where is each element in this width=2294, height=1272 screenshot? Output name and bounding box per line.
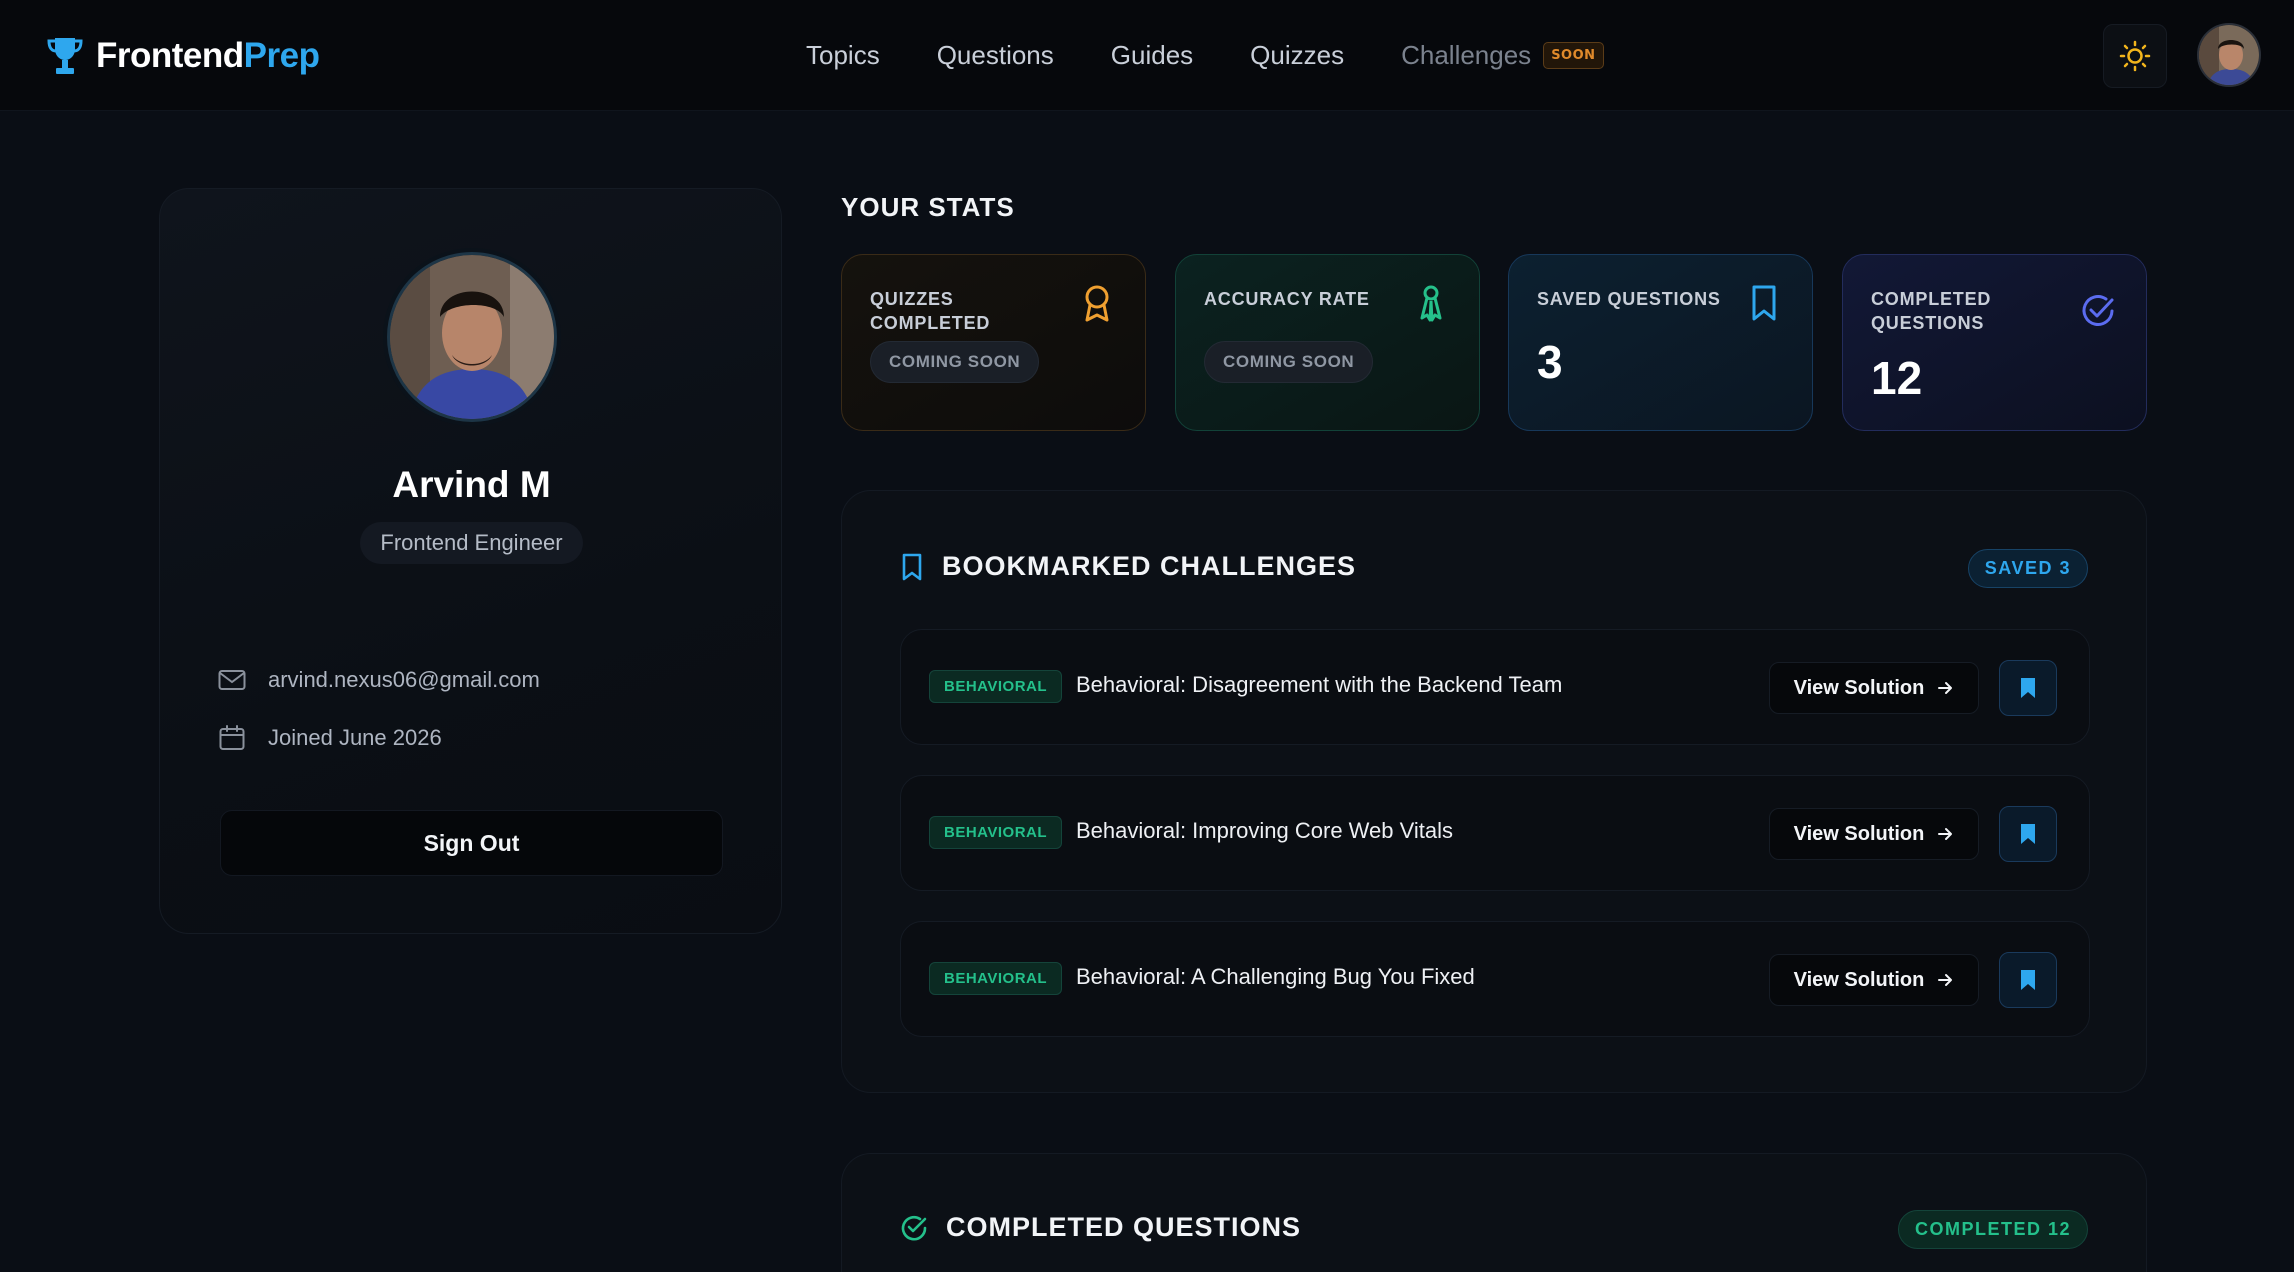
bookmark-filled-icon [2021,970,2035,990]
stat-accuracy-rate: ACCURACY RATE COMING SOON [1175,254,1480,431]
bookmarked-challenges-panel: BOOKMARKED CHALLENGES SAVED 3 BEHAVIORAL… [841,490,2147,1093]
bookmark-icon [1752,285,1776,321]
stat-label: SAVED QUESTIONS [1537,289,1721,309]
trophy-icon [47,38,83,74]
category-tag: BEHAVIORAL [929,816,1063,849]
stat-quizzes-completed: QUIZZES COMPLETED COMING SOON [841,254,1146,431]
view-solution-label: View Solution [1793,822,1925,845]
stat-value: 3 [1537,336,1563,388]
view-solution-label: View Solution [1793,676,1925,699]
stat-label: ACCURACY RATE [1204,289,1370,309]
brand-name: FrontendPrep [96,36,320,75]
brand-logo[interactable]: FrontendPrep [46,30,320,82]
nav-topics[interactable]: Topics [806,40,880,71]
challenge-title[interactable]: Behavioral: Improving Core Web Vitals [1076,818,1453,844]
profile-card: Arvind M Frontend Engineer arvind.nexus0… [159,188,782,934]
stat-saved-questions: SAVED QUESTIONS 3 [1508,254,1813,431]
view-solution-button[interactable]: View Solution [1769,662,1979,714]
stat-completed-questions: COMPLETED QUESTIONS 12 [1842,254,2147,431]
coming-soon-pill: COMING SOON [1204,341,1374,383]
arrow-right-icon [1938,682,1953,694]
avatar [2199,25,2259,85]
bookmark-filled-icon [2021,824,2035,844]
theme-toggle-button[interactable] [2103,24,2167,88]
list-item: BEHAVIORAL Behavioral: Disagreement with… [900,629,2090,745]
email-row: arvind.nexus06@gmail.com [218,667,540,693]
completed-count-badge: COMPLETED 12 [1897,1210,2088,1249]
soon-badge: SOON [1543,41,1604,69]
nav-guides[interactable]: Guides [1111,40,1193,71]
view-solution-button[interactable]: View Solution [1769,954,1979,1006]
challenge-title[interactable]: Behavioral: A Challenging Bug You Fixed [1076,964,1475,990]
sun-icon [2119,40,2151,72]
remove-bookmark-button[interactable] [1999,660,2057,716]
challenge-title[interactable]: Behavioral: Disagreement with the Backen… [1076,672,1562,698]
remove-bookmark-button[interactable] [1999,806,2057,862]
user-avatar-button[interactable] [2197,23,2261,87]
list-item: BEHAVIORAL Behavioral: A Challenging Bug… [900,921,2090,1037]
panel-title: BOOKMARKED CHALLENGES [942,551,1357,581]
joined-row: Joined June 2026 [218,724,442,752]
sign-out-button[interactable]: Sign Out [220,810,723,876]
view-solution-button[interactable]: View Solution [1769,808,1979,860]
panel-header: BOOKMARKED CHALLENGES [900,551,1356,582]
view-solution-label: View Solution [1793,968,1925,991]
stats-title: YOUR STATS [841,192,1015,222]
email-text: arvind.nexus06@gmail.com [268,667,540,692]
category-tag: BEHAVIORAL [929,670,1063,703]
coming-soon-pill: COMING SOON [870,341,1040,383]
main-nav: Topics Questions Guides Quizzes Challeng… [806,34,1604,76]
profile-role-wrap: Frontend Engineer [160,522,783,564]
bookmark-filled-icon [2021,678,2035,698]
completed-questions-panel: COMPLETED QUESTIONS COMPLETED 12 [841,1153,2147,1272]
ribbon-icon [1420,285,1442,322]
calendar-icon [219,725,245,750]
saved-count-badge: SAVED 3 [1967,549,2088,588]
stat-value: 12 [1871,352,1923,404]
panel-title: COMPLETED QUESTIONS [946,1212,1302,1242]
profile-name: Arvind M [392,464,551,505]
stat-label: COMPLETED QUESTIONS [1871,289,1992,333]
avatar [387,252,557,422]
check-circle-icon [2082,295,2114,326]
nav-challenges[interactable]: Challenges [1401,40,1531,71]
nav-quizzes[interactable]: Quizzes [1250,40,1344,71]
stat-label: QUIZZES COMPLETED [870,289,991,333]
bookmark-icon [902,553,922,580]
category-tag: BEHAVIORAL [929,962,1063,995]
arrow-right-icon [1938,974,1953,986]
top-navbar: FrontendPrep Topics Questions Guides Qui… [0,0,2294,111]
award-icon [1085,285,1109,322]
joined-text: Joined June 2026 [268,725,442,750]
arrow-right-icon [1938,828,1953,840]
list-item: BEHAVIORAL Behavioral: Improving Core We… [900,775,2090,891]
check-circle-icon [901,1215,927,1240]
nav-questions[interactable]: Questions [937,40,1054,71]
mail-icon [218,670,246,690]
remove-bookmark-button[interactable] [1999,952,2057,1008]
panel-header: COMPLETED QUESTIONS [900,1212,1301,1243]
profile-role-badge: Frontend Engineer [360,522,583,564]
